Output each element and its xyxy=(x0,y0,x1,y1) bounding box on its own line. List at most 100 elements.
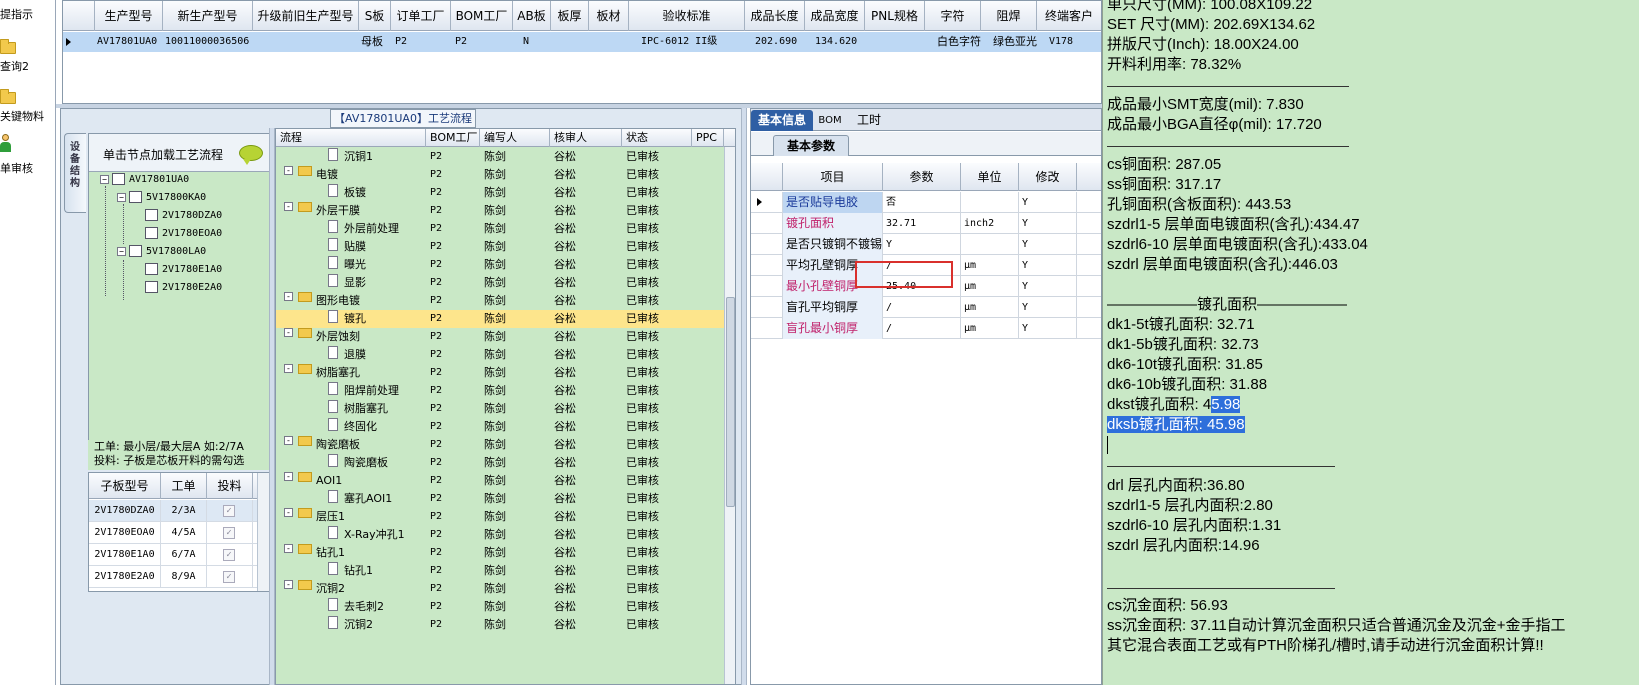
param-editable[interactable]: Y xyxy=(1019,213,1077,234)
col-header[interactable]: 修改 xyxy=(1019,163,1077,191)
tree-node[interactable]: − 5V17800KA0 xyxy=(117,190,206,206)
tree-node[interactable]: 2V1780DZA0 xyxy=(145,208,222,224)
col-header[interactable]: 阻焊 xyxy=(981,1,1037,31)
vertical-scrollbar[interactable] xyxy=(724,147,735,684)
collapse-icon[interactable]: - xyxy=(284,580,293,589)
tree-node[interactable]: − AV17801UA0 xyxy=(100,172,189,188)
col-header[interactable]: BOM工厂 xyxy=(426,129,480,147)
process-row[interactable]: 板镀 P2 陈剑 谷松 已审核 xyxy=(276,184,724,202)
col-header[interactable]: 订单工厂 xyxy=(391,1,451,31)
notes-text-panel[interactable]: 单只尺寸(MM): 100.08X109.22 SET 尺寸(MM): 202.6… xyxy=(1102,0,1639,685)
cell[interactable]: V178 xyxy=(1047,32,1101,52)
collapse-icon[interactable]: - xyxy=(284,166,293,175)
process-row[interactable]: - 层压1 P2 陈剑 谷松 已审核 xyxy=(276,508,724,526)
collapse-icon[interactable]: - xyxy=(284,436,293,445)
col-header[interactable]: AB板 xyxy=(513,1,551,31)
param-unit[interactable] xyxy=(961,234,1019,255)
param-value[interactable]: 否 xyxy=(883,192,961,213)
collapse-icon[interactable]: - xyxy=(284,472,293,481)
param-editable[interactable]: Y xyxy=(1019,276,1077,297)
param-name[interactable]: 盲孔最小铜厚 xyxy=(783,318,883,339)
param-row[interactable]: 盲孔平均铜厚 / μm Y xyxy=(751,297,1101,318)
col-header[interactable]: 编写人 xyxy=(480,129,550,147)
col-header[interactable]: 新生产型号 xyxy=(163,1,253,31)
col-header[interactable]: 单位 xyxy=(961,163,1019,191)
cell[interactable]: 6/7A xyxy=(161,544,207,566)
tab-work-hours[interactable]: 工时 xyxy=(849,110,889,131)
cell[interactable]: P2 xyxy=(453,32,513,52)
cell[interactable] xyxy=(589,32,629,52)
cell[interactable]: 白色字符 xyxy=(935,32,991,52)
param-unit[interactable]: μm xyxy=(961,255,1019,276)
cell[interactable]: 4/5A xyxy=(161,522,207,544)
process-row[interactable]: - AOI1 P2 陈剑 谷松 已审核 xyxy=(276,472,724,490)
col-header[interactable]: 板材 xyxy=(589,1,629,31)
param-unit[interactable]: inch2 xyxy=(961,213,1019,234)
param-editable[interactable]: Y xyxy=(1019,192,1077,213)
nav-item-review[interactable]: 单审核 xyxy=(0,134,56,176)
col-header[interactable]: 项目 xyxy=(783,163,883,191)
vertical-scrollbar[interactable] xyxy=(257,473,269,591)
cell[interactable]: 2/3A xyxy=(161,500,207,522)
col-header[interactable]: PNL规格 xyxy=(865,1,925,31)
param-row[interactable]: 镀孔面积 32.71 inch2 Y xyxy=(751,213,1101,234)
param-value[interactable]: / xyxy=(883,318,961,339)
process-row[interactable]: 陶瓷磨板 P2 陈剑 谷松 已审核 xyxy=(276,454,724,472)
param-row[interactable]: 盲孔最小铜厚 / μm Y xyxy=(751,318,1101,339)
col-header[interactable]: 升级前旧生产型号 xyxy=(253,1,359,31)
collapse-icon[interactable]: − xyxy=(117,246,126,256)
param-unit[interactable]: μm xyxy=(961,276,1019,297)
process-row[interactable]: 塞孔AOI1 P2 陈剑 谷松 已审核 xyxy=(276,490,724,508)
process-row[interactable]: 外层前处理 P2 陈剑 谷松 已审核 xyxy=(276,220,724,238)
param-value[interactable]: Y xyxy=(883,234,961,255)
tab-bom[interactable]: BOM xyxy=(815,110,845,131)
tree-node[interactable]: 2V1780E1A0 xyxy=(145,262,222,278)
process-row[interactable]: - 外层干膜 P2 陈剑 谷松 已审核 xyxy=(276,202,724,220)
cell[interactable]: 2V1780EOA0 xyxy=(89,522,161,544)
process-row[interactable]: 终固化 P2 陈剑 谷松 已审核 xyxy=(276,418,724,436)
process-row[interactable]: - 外层蚀刻 P2 陈剑 谷松 已审核 xyxy=(276,328,724,346)
collapse-icon[interactable]: - xyxy=(284,544,293,553)
process-row[interactable]: - 图形电镀 P2 陈剑 谷松 已审核 xyxy=(276,292,724,310)
col-header[interactable]: 验收标准 xyxy=(629,1,745,31)
param-unit[interactable]: μm xyxy=(961,297,1019,318)
col-header[interactable]: 板厚 xyxy=(551,1,589,31)
collapse-icon[interactable]: - xyxy=(284,508,293,517)
param-name[interactable]: 盲孔平均铜厚 xyxy=(783,297,883,318)
cell[interactable]: 2V1780E2A0 xyxy=(89,566,161,588)
cell[interactable] xyxy=(551,32,589,52)
cell[interactable]: 134.620 xyxy=(813,32,865,52)
vertical-splitter[interactable] xyxy=(741,108,747,685)
process-row[interactable]: 钻孔1 P2 陈剑 谷松 已审核 xyxy=(276,562,724,580)
param-value[interactable]: / xyxy=(883,297,961,318)
col-header[interactable]: 子板型号 xyxy=(89,473,161,499)
checkbox[interactable]: ✓ xyxy=(223,505,235,517)
col-header[interactable]: S板 xyxy=(359,1,391,31)
process-row[interactable]: - 沉铜2 P2 陈剑 谷松 已审核 xyxy=(276,580,724,598)
col-header[interactable]: PPC xyxy=(692,129,724,147)
col-header[interactable]: 参数 xyxy=(883,163,961,191)
param-unit[interactable] xyxy=(961,192,1019,213)
tree-node[interactable]: 2V1780EOA0 xyxy=(145,226,222,242)
col-header[interactable]: 状态 xyxy=(622,129,692,147)
cell[interactable]: 10011000036506 xyxy=(163,32,253,52)
table-row[interactable]: 2V1780EOA0 4/5A ✓ xyxy=(89,522,269,544)
cell[interactable]: 绿色亚光 xyxy=(991,32,1047,52)
cell[interactable]: P2 xyxy=(393,32,451,52)
col-header[interactable]: 核审人 xyxy=(550,129,622,147)
col-header[interactable]: 生产型号 xyxy=(95,1,163,31)
table-row[interactable]: 2V1780DZA0 2/3A ✓ xyxy=(89,500,269,522)
checkbox[interactable]: ✓ xyxy=(223,549,235,561)
cell[interactable]: 202.690 xyxy=(753,32,805,52)
vertical-tab-structure[interactable]: 设备结构 xyxy=(64,133,86,213)
process-row[interactable]: 镀孔 P2 陈剑 谷松 已审核 xyxy=(276,310,724,328)
param-value[interactable]: 32.71 xyxy=(883,213,961,234)
process-row[interactable]: - 陶瓷磨板 P2 陈剑 谷松 已审核 xyxy=(276,436,724,454)
process-row[interactable]: 沉铜2 P2 陈剑 谷松 已审核 xyxy=(276,616,724,634)
param-editable[interactable]: Y xyxy=(1019,318,1077,339)
table-row[interactable]: AV17801UA0 10011000036506 母板 P2 P2 N IPC… xyxy=(63,32,1101,52)
cell[interactable]: 母板 xyxy=(359,32,391,52)
collapse-icon[interactable]: − xyxy=(100,174,109,184)
param-row[interactable]: 是否贴导电胶否 Y xyxy=(751,192,1101,213)
collapse-icon[interactable]: - xyxy=(284,292,293,301)
